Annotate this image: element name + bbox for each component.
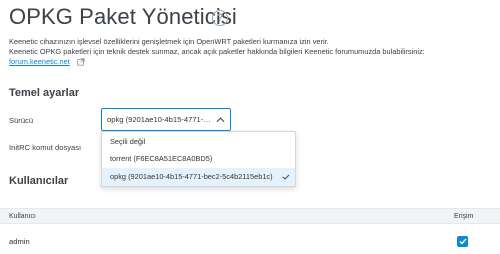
description-line-2: Keenetic OPKG paketleri için teknik dest… bbox=[9, 47, 425, 56]
checkmark-icon bbox=[459, 238, 467, 245]
dropdown-option-opkg[interactable]: opkg (9201ae10-4b15-4771-bec2-5c4b2115eb… bbox=[102, 168, 295, 186]
dropdown-option-none[interactable]: Seçili değil bbox=[102, 133, 295, 151]
chevron-up-icon bbox=[216, 117, 225, 123]
help-icon[interactable]: ? bbox=[212, 10, 228, 26]
section-heading-basic-settings: Temel ayarlar bbox=[9, 87, 80, 99]
dropdown-option-opkg-label: opkg (9201ae10-4b15-4771-bec2-5c4b2115eb… bbox=[110, 172, 273, 181]
driver-select-value: opkg (9201ae10-4b15-4771-bec2-5c4b2115eb… bbox=[107, 115, 215, 124]
description-line-1: Keenetic cihazınızın işlevsel özellikler… bbox=[9, 37, 329, 46]
table-row-user-name: admin bbox=[9, 237, 30, 246]
driver-dropdown-menu: Seçili değil torrent (F6EC8A51EC8A0BD5) … bbox=[101, 131, 296, 187]
checkmark-icon bbox=[282, 174, 290, 180]
column-header-user: Kullanıcı bbox=[9, 213, 36, 220]
section-heading-users: Kullanıcılar bbox=[9, 175, 69, 187]
access-checkbox[interactable] bbox=[457, 236, 468, 247]
dropdown-option-torrent[interactable]: torrent (F6EC8A51EC8A0BD5) bbox=[102, 150, 295, 168]
page-title: OPKG Paket Yöneticisi bbox=[9, 4, 237, 29]
column-header-access: Erişim bbox=[454, 213, 474, 220]
driver-select[interactable]: opkg (9201ae10-4b15-4771-bec2-5c4b2115eb… bbox=[101, 108, 231, 131]
forum-link[interactable]: forum.keenetic.net bbox=[9, 57, 70, 67]
initrc-label: InitRC komut dosyası bbox=[9, 143, 82, 152]
external-link-icon[interactable] bbox=[77, 58, 85, 66]
users-table-header: Kullanıcı Erişim bbox=[0, 208, 500, 224]
driver-label: Sürücü bbox=[9, 116, 34, 125]
page-description: Keenetic cihazınızın işlevsel özellikler… bbox=[9, 37, 489, 57]
